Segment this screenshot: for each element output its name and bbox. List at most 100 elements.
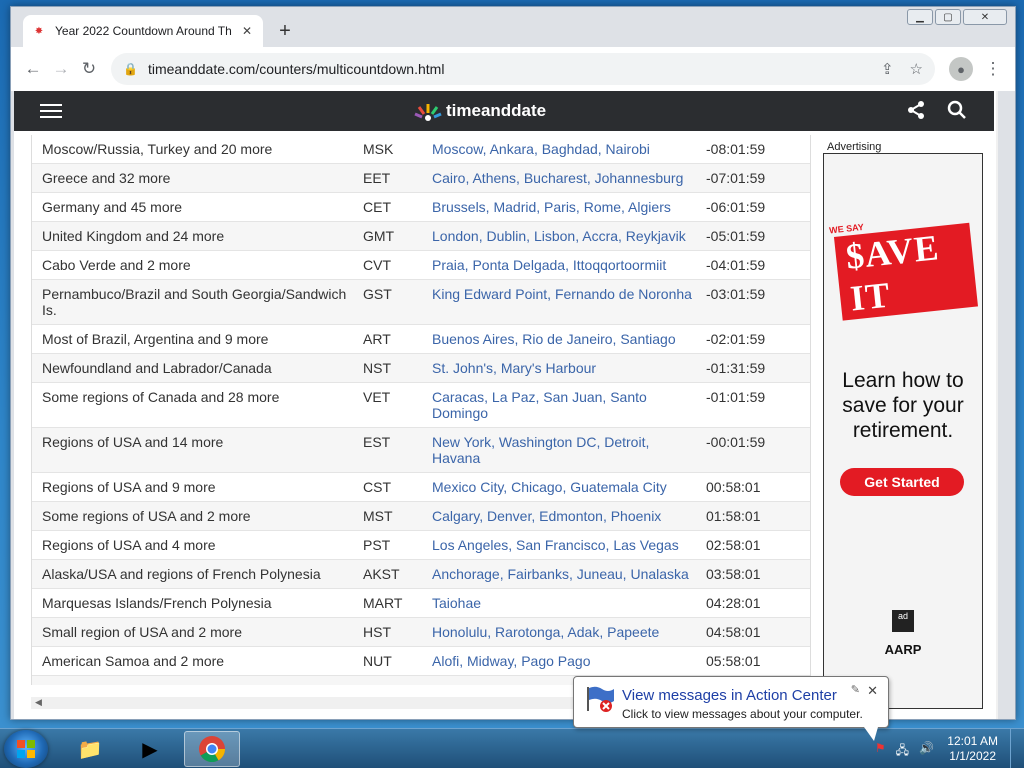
profile-avatar[interactable]: ● — [949, 57, 973, 81]
cities-link[interactable]: Praia, Ponta Delgada, Ittoqqortoormiit — [422, 251, 696, 279]
countdown-cell: -06:01:59 — [706, 199, 766, 215]
new-tab-button[interactable]: + — [275, 21, 295, 41]
close-window-button[interactable]: ✕ — [963, 9, 1007, 25]
cities-link[interactable]: New York, Washington DC, Detroit, Havana — [422, 428, 696, 472]
tab-strip: ✸ Year 2022 Countdown Around Th ✕ + ▁ ▢ … — [11, 7, 1015, 47]
back-button[interactable]: ← — [19, 55, 47, 83]
volume-icon[interactable]: 🔊 — [919, 741, 934, 762]
tab-title: Year 2022 Countdown Around Th — [55, 24, 232, 38]
table-row: Some regions of USA and 2 more MST Calgary… — [32, 502, 810, 531]
taskbar-clock[interactable]: 12:01 AM 1/1/2022 — [947, 734, 998, 764]
cities-link[interactable]: Caracas, La Paz, San Juan, Santo Domingo — [422, 383, 696, 427]
table-row: Newfoundland and Labrador/Canada NST St. J… — [32, 354, 810, 383]
region-cell: Pernambuco/Brazil and South Georgia/Sand… — [42, 286, 347, 318]
cities-link[interactable]: Buenos Aires, Rio de Janeiro, Santiago — [422, 325, 696, 353]
countdown-cell: 02:58:01 — [706, 537, 761, 553]
cities-link[interactable]: Calgary, Denver, Edmonton, Phoenix — [422, 502, 696, 530]
network-icon[interactable]: 🖧 — [896, 741, 909, 762]
region-cell: Regions of USA and 4 more — [42, 537, 216, 553]
media-player-icon[interactable]: ▶ — [122, 731, 178, 767]
cities-link[interactable]: Moscow, Ankara, Baghdad, Nairobi — [422, 135, 696, 163]
chrome-taskbar-icon[interactable] — [184, 731, 240, 767]
action-center-flag-icon — [587, 686, 614, 712]
countdown-cell: -04:01:59 — [706, 257, 766, 273]
table-row: Regions of USA and 9 more CST Mexico City,… — [32, 473, 810, 502]
maximize-button[interactable]: ▢ — [935, 9, 961, 25]
lock-icon: 🔒 — [123, 62, 138, 76]
countdown-cell: 05:58:01 — [706, 653, 761, 669]
table-row: Alaska/USA and regions of French Polynes… — [32, 560, 810, 589]
cities-link[interactable]: Los Angeles, San Francisco, Las Vegas — [422, 531, 696, 559]
cities-link[interactable]: Anchorage, Fairbanks, Juneau, Unalaska — [422, 560, 696, 588]
countdown-cell: -05:01:59 — [706, 228, 766, 244]
forward-button[interactable]: → — [47, 55, 75, 83]
abbr-cell: GST — [363, 286, 392, 302]
region-cell: Germany and 45 more — [42, 199, 183, 215]
cities-link[interactable]: London, Dublin, Lisbon, Accra, Reykjavik — [422, 222, 696, 250]
cities-link[interactable]: King Edward Point, Fernando de Noronha — [422, 280, 696, 324]
countdown-cell: 01:58:01 — [706, 508, 761, 524]
countdown-cell: -01:31:59 — [706, 360, 766, 376]
countdown-cell: -02:01:59 — [706, 331, 766, 347]
action-center-flag-icon[interactable]: ⚑ — [875, 741, 886, 762]
abbr-cell: NST — [363, 360, 391, 376]
cities-link[interactable]: Honolulu, Rarotonga, Adak, Papeete — [422, 618, 696, 646]
get-started-button[interactable]: Get Started — [840, 468, 964, 496]
show-desktop-button[interactable] — [1010, 729, 1024, 768]
cities-link[interactable]: Mexico City, Chicago, Guatemala City — [422, 473, 696, 501]
hamburger-menu-icon[interactable] — [40, 100, 62, 122]
bookmark-star-icon[interactable]: ☆ — [910, 60, 923, 78]
vertical-scrollbar[interactable]: ▲ ▼ — [996, 91, 998, 719]
table-row: Moscow/Russia, Turkey and 20 more MSK Mosc… — [32, 135, 810, 164]
abbr-cell: ART — [363, 331, 391, 347]
address-bar[interactable]: 🔒 timeanddate.com/counters/multicountdow… — [111, 53, 935, 85]
abbr-cell: AKST — [363, 566, 400, 582]
countdown-cell: -03:01:59 — [706, 286, 766, 302]
table-row: Regions of USA and 14 more EST New York, W… — [32, 428, 810, 473]
balloon-tail — [864, 727, 878, 741]
table-row: Greece and 32 more EET Cairo, Athens, Buch… — [32, 164, 810, 193]
table-row: Marquesas Islands/French Polynesia MART Ta… — [32, 589, 810, 618]
site-logo[interactable]: timeanddate — [414, 100, 546, 122]
share-icon[interactable]: ⇪ — [881, 60, 894, 78]
abbr-cell: MST — [363, 508, 393, 524]
close-tab-icon[interactable]: ✕ — [239, 24, 255, 38]
logo-text: timeanddate — [446, 101, 547, 120]
cities-link[interactable]: Brussels, Madrid, Paris, Rome, Algiers — [422, 193, 696, 221]
search-icon[interactable] — [947, 100, 967, 126]
advertisement[interactable]: WE SAY $AVE IT Learn how to save for you… — [823, 153, 983, 709]
file-explorer-icon[interactable]: 📁 — [62, 731, 118, 767]
reload-button[interactable]: ↻ — [75, 55, 103, 83]
region-cell: United Kingdom and 24 more — [42, 228, 225, 244]
abbr-cell: MART — [363, 595, 403, 611]
url-text: timeanddate.com/counters/multicountdown.… — [147, 61, 445, 77]
countdown-cell: 04:58:01 — [706, 624, 761, 640]
abbr-cell: VET — [363, 389, 391, 405]
browser-window: ✸ Year 2022 Countdown Around Th ✕ + ▁ ▢ … — [10, 6, 1016, 720]
region-cell: Newfoundland and Labrador/Canada — [42, 360, 272, 376]
pin-icon[interactable]: ✎ — [851, 683, 860, 696]
countdown-table: Moscow/Russia, Turkey and 20 more MSK Mosc… — [31, 135, 811, 685]
share-icon[interactable] — [906, 100, 926, 126]
cities-link[interactable]: Alofi, Midway, Pago Pago — [422, 647, 696, 675]
abbr-cell: AoE — [353, 676, 422, 685]
notification-title[interactable]: View messages in Action Center — [622, 687, 837, 704]
browser-tab[interactable]: ✸ Year 2022 Countdown Around Th ✕ — [23, 15, 263, 47]
region-cell: Much of US Minor Outlying Islands — [32, 676, 353, 685]
table-row: Most of Brazil, Argentina and 9 more ART B… — [32, 325, 810, 354]
cities-link[interactable]: Taiohae — [422, 589, 696, 617]
cities-link[interactable]: St. John's, Mary's Harbour — [422, 354, 696, 382]
site-header: timeanddate — [14, 91, 994, 131]
action-center-notification[interactable]: View messages in Action Center Click to … — [573, 676, 889, 741]
region-cell: Small region of USA and 2 more — [42, 624, 242, 640]
countdown-cell: 00:58:01 — [706, 479, 761, 495]
table-row: Regions of USA and 4 more PST Los Angeles,… — [32, 531, 810, 560]
notification-close-icon[interactable]: ✕ — [867, 683, 878, 699]
cities-link[interactable]: Cairo, Athens, Bucharest, Johannesburg — [422, 164, 696, 192]
menu-kebab-icon[interactable]: ⋮ — [979, 55, 1007, 83]
region-cell: Greece and 32 more — [42, 170, 171, 186]
table-row: Germany and 45 more CET Brussels, Madrid, … — [32, 193, 810, 222]
abbr-cell: CVT — [363, 257, 391, 273]
start-button[interactable] — [4, 730, 48, 768]
minimize-button[interactable]: ▁ — [907, 9, 933, 25]
